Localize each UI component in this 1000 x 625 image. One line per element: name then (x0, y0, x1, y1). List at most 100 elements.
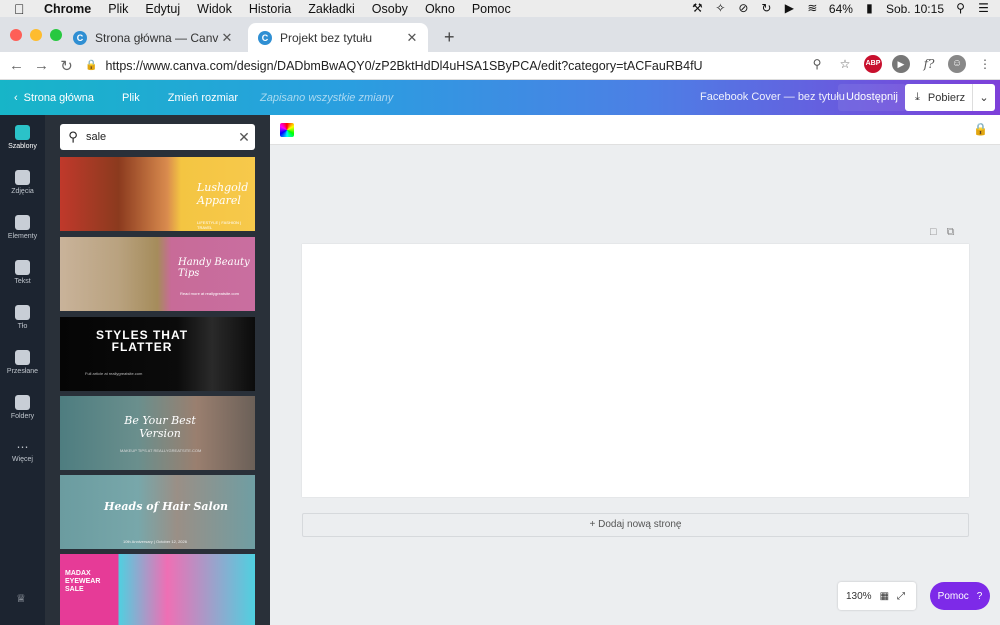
battery-percent[interactable]: 64% (829, 2, 853, 16)
sidebar-item-more[interactable]: ⋯ Więcej (0, 441, 45, 463)
browser-tab-project[interactable]: C Projekt bez tytułu ✕ (248, 23, 428, 52)
url-text: https://www.canva.com/design/DADbmBwAQY0… (105, 58, 703, 73)
menu-app-chrome[interactable]: Chrome (44, 2, 91, 16)
close-window-button[interactable] (10, 29, 22, 41)
spotlight-search-icon[interactable]: ⚲ (954, 2, 967, 15)
menu-osoby[interactable]: Osoby (372, 2, 408, 16)
sidebar-item-uploads[interactable]: Przesłane (0, 350, 45, 375)
zoom-level[interactable]: 130% (846, 591, 872, 602)
editor-toolbar: 🔒 (270, 115, 1000, 145)
more-dots-icon: ⋯ (16, 440, 29, 454)
battery-icon[interactable]: ▮ (863, 2, 876, 15)
clock[interactable]: Sob. 10:15 (886, 2, 944, 16)
resize-button[interactable]: Zmień rozmiar (168, 92, 238, 104)
home-link[interactable]: ‹ Strona główna (14, 92, 94, 104)
search-icon: ⚲ (68, 129, 78, 144)
grid-view-icon[interactable]: ▦ (880, 591, 889, 602)
extension-play-icon[interactable]: ▶ (892, 55, 910, 73)
menu-okno[interactable]: Okno (425, 2, 455, 16)
template-card[interactable]: Handy Beauty Tips Read more at reallygre… (60, 237, 255, 311)
browser-tab-home[interactable]: C Strona główna — Canva ✕ (63, 23, 243, 52)
menu-zakladki[interactable]: Zakładki (308, 2, 355, 16)
search-input[interactable]: sale (86, 131, 233, 143)
sidebar-item-text[interactable]: Tekst (0, 260, 45, 285)
notification-center-icon[interactable]: ☰ (977, 2, 990, 15)
bookmark-star-icon[interactable]: ☆ (836, 55, 854, 73)
lock-icon[interactable]: 🔒 (973, 122, 988, 136)
sidebar-item-label: Szablony (8, 143, 37, 150)
sidebar-item-label: Przesłane (6, 368, 39, 375)
template-title: Lushgold Apparel (197, 181, 249, 207)
sidebar-item-elements[interactable]: Elementy (0, 215, 45, 240)
chrome-menu-icon[interactable]: ⋮ (976, 55, 994, 73)
sidebar-item-label: Tło (17, 323, 28, 330)
menu-pomoc[interactable]: Pomoc (472, 2, 511, 16)
add-page-button[interactable]: + Dodaj nową stronę (302, 513, 969, 537)
clear-search-icon[interactable]: ✕ (233, 129, 255, 146)
maximize-window-button[interactable] (50, 29, 62, 41)
minimize-window-button[interactable] (30, 29, 42, 41)
menu-historia[interactable]: Historia (249, 2, 291, 16)
menu-widok[interactable]: Widok (197, 2, 232, 16)
menu-edytuj[interactable]: Edytuj (145, 2, 180, 16)
sidebar-item-photos[interactable]: Zdjęcia (0, 170, 45, 195)
sidebar-item-folders[interactable]: Foldery (0, 395, 45, 420)
color-picker-icon[interactable] (280, 123, 294, 137)
apple-icon[interactable]:  (14, 1, 30, 17)
duplicate-page-icon[interactable]: ⧉ (947, 226, 955, 239)
save-status: Zapisano wszystkie zmiany (260, 91, 394, 104)
download-label: Pobierz (927, 91, 966, 104)
hammer-icon[interactable]: ⚒ (691, 2, 704, 15)
zoom-controls: 130% ▦ ⤢ (838, 582, 916, 610)
zoom-magnifier-icon[interactable]: ⚲ (808, 55, 826, 73)
close-tab-icon[interactable]: ✕ (404, 30, 420, 46)
sidebar-item-background[interactable]: Tło (0, 305, 45, 330)
template-search[interactable]: ⚲ sale ✕ (60, 124, 255, 150)
chevron-down-icon[interactable]: ⌄ (973, 91, 995, 104)
fullscreen-icon[interactable]: ⤢ (897, 591, 905, 602)
close-tab-icon[interactable]: ✕ (219, 30, 235, 46)
share-button[interactable]: Udostępnij (838, 84, 906, 111)
template-card[interactable]: Lushgold Apparel LIFESTYLE | FASHION | T… (60, 157, 255, 231)
reload-icon[interactable]: ↻ (54, 57, 79, 75)
time-machine-icon[interactable]: ↻ (760, 2, 773, 15)
file-menu[interactable]: Plik (122, 92, 140, 104)
forward-arrow-icon[interactable]: → (29, 57, 54, 74)
do-not-disturb-icon[interactable]: ⊘ (737, 2, 750, 15)
template-card[interactable]: Be Your Best Version MAKEUP TIPS AT REAL… (60, 396, 255, 470)
crown-icon[interactable]: ♕ (16, 592, 26, 605)
template-card[interactable]: MADAX EYEWEAR SALE (60, 554, 255, 625)
template-subtitle: Read more at reallygreatsite.com (180, 291, 239, 296)
home-link-label: Strona główna (23, 91, 94, 104)
sidebar-item-templates[interactable]: Szablony (0, 125, 45, 150)
download-button[interactable]: ⤓ Pobierz ⌄ (905, 84, 995, 111)
help-button[interactable]: Pomoc ? (930, 582, 990, 610)
design-title[interactable]: Facebook Cover — bez tytułu (700, 91, 845, 103)
template-card[interactable]: Heads of Hair Salon 10th Anniversary | O… (60, 475, 255, 549)
folder-icon (15, 395, 30, 410)
template-subtitle: MAKEUP TIPS AT REALLYGREATSITE.COM (120, 448, 202, 453)
fx-extension-icon[interactable]: f? (920, 55, 938, 73)
help-label: Pomoc (937, 590, 969, 602)
chevron-left-icon: ‹ (14, 91, 18, 104)
tab-title: Projekt bez tytułu (280, 30, 373, 45)
wifi-icon[interactable]: ≋ (806, 2, 819, 15)
url-field[interactable]: 🔒 https://www.canva.com/design/DADbmBwAQ… (85, 59, 703, 73)
adblock-plus-icon[interactable]: ABP (864, 55, 882, 73)
photo-icon (15, 170, 30, 185)
profile-avatar[interactable]: ☺ (948, 55, 966, 73)
new-tab-icon[interactable]: + (444, 27, 455, 48)
add-note-icon[interactable]: □ (930, 226, 937, 239)
volume-icon[interactable]: ▶ (783, 2, 796, 15)
extension-icon[interactable]: ✧ (714, 2, 727, 15)
canva-header: ‹ Strona główna Plik Zmień rozmiar Zapis… (0, 80, 1000, 115)
sidebar-item-label: Więcej (11, 456, 33, 463)
background-icon (15, 305, 30, 320)
design-canvas[interactable] (302, 244, 969, 497)
tab-title: Strona główna — Canva (95, 30, 219, 45)
template-card[interactable]: STYLES THAT FLATTER Full article at real… (60, 317, 255, 391)
templates-icon (15, 125, 30, 140)
menu-plik[interactable]: Plik (108, 2, 128, 16)
template-subtitle: LIFESTYLE | FASHION | TRAVEL (197, 220, 242, 230)
back-arrow-icon[interactable]: ← (4, 57, 29, 74)
